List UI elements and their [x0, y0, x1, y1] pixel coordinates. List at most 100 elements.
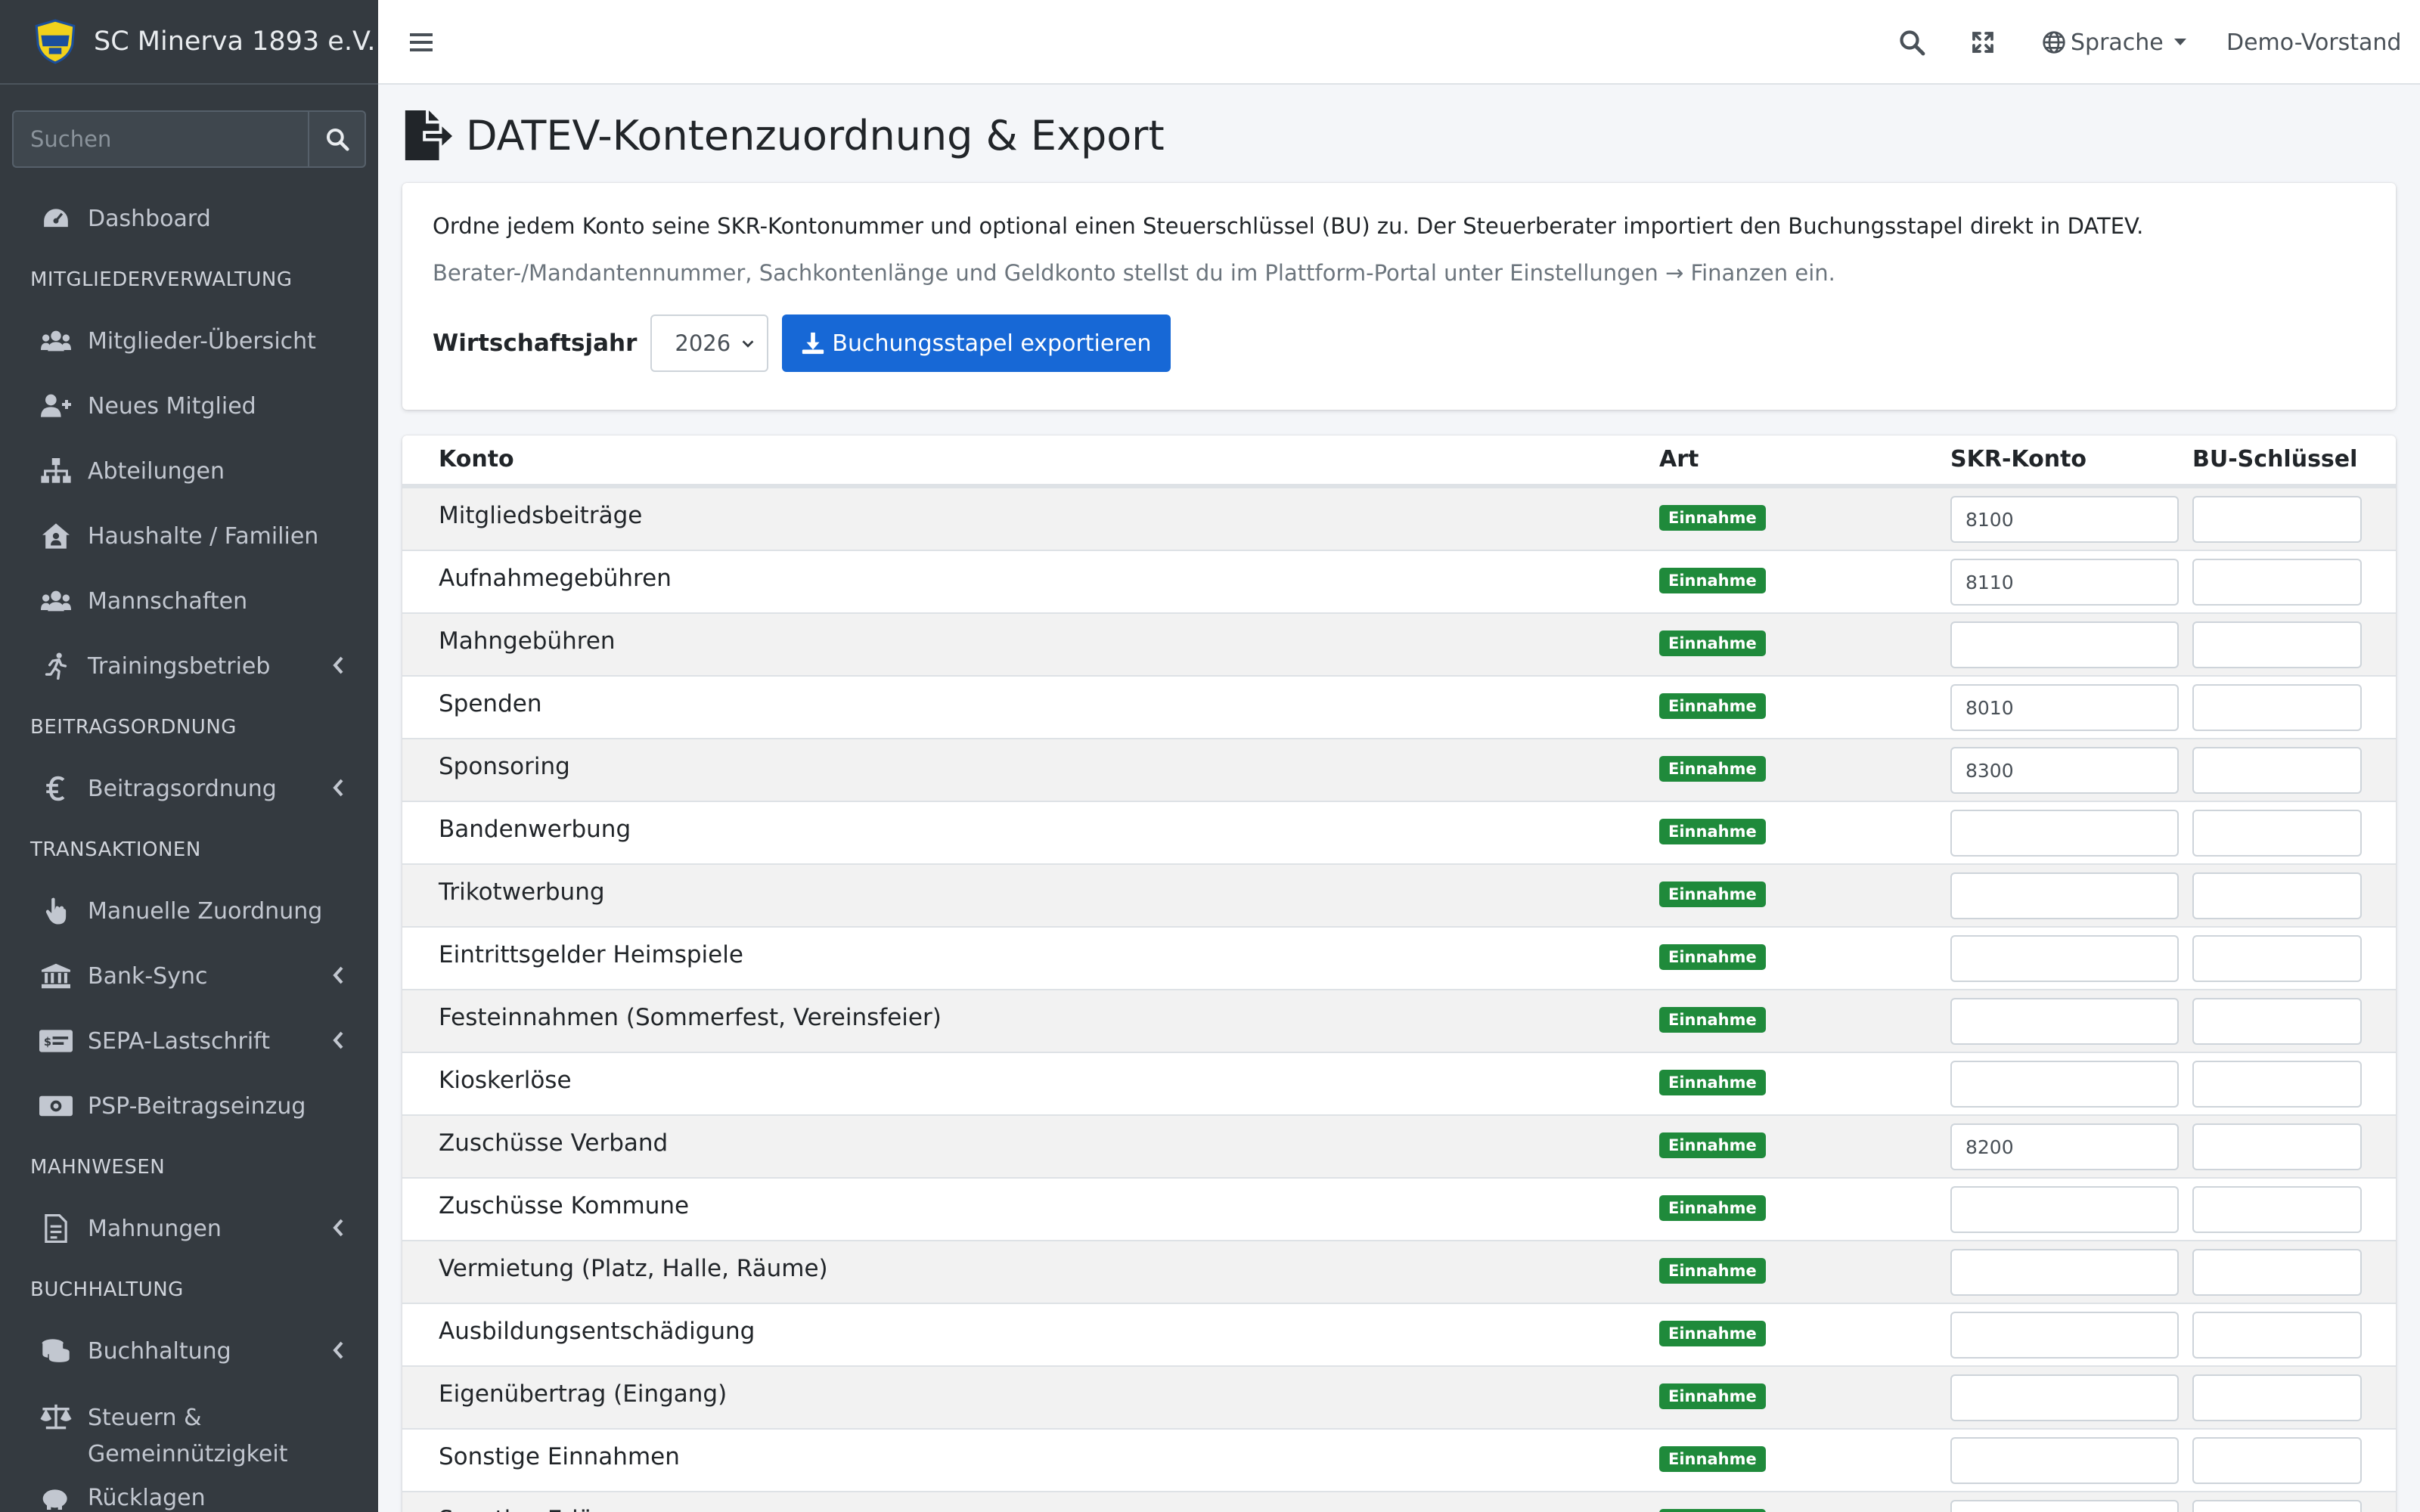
sidebar-search-input[interactable]: [12, 110, 308, 168]
sidebar-section-header: MITGLIEDERVERWALTUNG: [30, 268, 293, 291]
bu-key-input[interactable]: [2192, 1374, 2362, 1421]
sidebar-item-psp-beitragseinzug[interactable]: PSP-Beitragseinzug: [0, 1074, 378, 1139]
export-button[interactable]: Buchungsstapel exportieren: [782, 314, 1171, 372]
bu-key-input[interactable]: [2192, 1500, 2362, 1512]
account-name: Trikotwerbung: [439, 878, 605, 906]
sidebar-item-mannschaften[interactable]: Mannschaften: [0, 569, 378, 634]
topbar-search-button[interactable]: [1898, 0, 1925, 85]
bu-key-input[interactable]: [2192, 1249, 2362, 1296]
skr-account-input[interactable]: [1950, 621, 2179, 668]
coins-icon: [39, 1334, 73, 1368]
sidebar-item-label: Manuelle Zuordnung: [88, 897, 323, 925]
skr-account-input[interactable]: [1950, 1249, 2179, 1296]
table-row: Sonstige Einnahmen Einnahme: [402, 1428, 2396, 1491]
table-row: Kioskerlöse Einnahme: [402, 1052, 2396, 1114]
table-row: Aufnahmegebühren Einnahme: [402, 550, 2396, 612]
user-menu[interactable]: Demo-Vorstand: [2226, 0, 2401, 85]
sidebar-section-header: MAHNWESEN: [30, 1156, 166, 1179]
skr-account-input[interactable]: [1950, 747, 2179, 794]
skr-account-input[interactable]: [1950, 496, 2179, 543]
skr-account-input[interactable]: [1950, 872, 2179, 919]
sidebar-item-bank-sync[interactable]: Bank-Sync: [0, 943, 378, 1009]
type-badge: Einnahme: [1659, 1383, 1766, 1409]
table-row: Sonstige Erlöse Einnahme: [402, 1491, 2396, 1512]
hand-pointer-icon: [39, 894, 73, 928]
menu-toggle-button[interactable]: [410, 0, 436, 85]
skr-account-input[interactable]: [1950, 935, 2179, 982]
fiscal-year-select[interactable]: 2026: [650, 314, 769, 372]
skr-account-input[interactable]: [1950, 810, 2179, 857]
skr-account-input[interactable]: [1950, 1312, 2179, 1359]
table-header: Konto Art SKR-Konto BU-Schlüssel: [402, 435, 2396, 487]
skr-account-input[interactable]: [1950, 684, 2179, 731]
bu-key-input[interactable]: [2192, 684, 2362, 731]
sidebar-item-haushalte-familien[interactable]: Haushalte / Familien: [0, 503, 378, 569]
bu-key-input[interactable]: [2192, 1123, 2362, 1170]
skr-account-input[interactable]: [1950, 998, 2179, 1045]
bu-key-input[interactable]: [2192, 810, 2362, 857]
sidebar-item-sepa-lastschrift[interactable]: $ SEPA-Lastschrift: [0, 1009, 378, 1074]
sidebar-item-abteilungen[interactable]: Abteilungen: [0, 438, 378, 503]
sidebar-item-mitglieder-übersicht[interactable]: Mitglieder-Übersicht: [0, 308, 378, 373]
bu-key-input[interactable]: [2192, 1437, 2362, 1484]
sidebar-item-mahnungen[interactable]: Mahnungen: [0, 1196, 378, 1261]
sidebar-item-neues-mitglied[interactable]: Neues Mitglied: [0, 373, 378, 438]
sidebar-search: [12, 110, 366, 168]
sidebar-item-beitragsordnung[interactable]: Beitragsordnung: [0, 756, 378, 821]
account-name: Vermietung (Platz, Halle, Räume): [439, 1255, 828, 1282]
sidebar-item-label: SEPA-Lastschrift: [88, 1027, 270, 1055]
bu-key-input[interactable]: [2192, 1061, 2362, 1108]
bu-key-input[interactable]: [2192, 1312, 2362, 1359]
type-badge: Einnahme: [1659, 1258, 1766, 1284]
bu-key-input[interactable]: [2192, 496, 2362, 543]
sidebar-item-trainingsbetrieb[interactable]: Trainingsbetrieb: [0, 634, 378, 699]
skr-account-input[interactable]: [1950, 559, 2179, 606]
skr-account-input[interactable]: [1950, 1437, 2179, 1484]
table-row: Eintrittsgelder Heimspiele Einnahme: [402, 926, 2396, 989]
piggy-bank-icon: [39, 1481, 73, 1512]
sidebar-item-buchhaltung[interactable]: Buchhaltung: [0, 1318, 378, 1383]
table-row: Eigenübertrag (Eingang) Einnahme: [402, 1365, 2396, 1428]
bu-key-input[interactable]: [2192, 935, 2362, 982]
user-name: Demo-Vorstand: [2226, 29, 2402, 56]
table-body: MitgliedsbeiträgeEinnahmeAufnahmegebühre…: [402, 487, 2396, 1512]
column-header-art: Art: [1659, 446, 1699, 472]
bu-key-input[interactable]: [2192, 1186, 2362, 1233]
money-check-icon: $: [39, 1024, 73, 1058]
bu-key-input[interactable]: [2192, 998, 2362, 1045]
sidebar-item-label: Rücklagen: [88, 1484, 206, 1511]
sidebar-section-header: TRANSAKTIONEN: [30, 838, 201, 861]
table-row: Vermietung (Platz, Halle, Räume) Einnahme: [402, 1240, 2396, 1303]
sitemap-icon: [39, 454, 73, 488]
file-export-icon: [405, 110, 453, 161]
account-name: Ausbildungsentschädigung: [439, 1318, 755, 1345]
svg-text:$: $: [44, 1036, 51, 1049]
main-content: DATEV-Kontenzuordnung & Export Ordne jed…: [378, 85, 2420, 1512]
account-name: Aufnahmegebühren: [439, 565, 672, 592]
type-badge: Einnahme: [1659, 944, 1766, 970]
bu-key-input[interactable]: [2192, 747, 2362, 794]
sidebar-item-manuelle-zuordnung[interactable]: Manuelle Zuordnung: [0, 878, 378, 943]
brand-link[interactable]: SC Minerva 1893 e.V.: [0, 0, 378, 85]
language-dropdown[interactable]: Sprache: [2042, 0, 2186, 85]
info-card: Ordne jedem Konto seine SKR-Kontonummer …: [402, 183, 2396, 410]
type-badge: Einnahme: [1659, 631, 1766, 656]
skr-account-input[interactable]: [1950, 1061, 2179, 1108]
bu-key-input[interactable]: [2192, 559, 2362, 606]
skr-account-input[interactable]: [1950, 1123, 2179, 1170]
table-row: Sponsoring Einnahme: [402, 738, 2396, 801]
sidebar: SC Minerva 1893 e.V. Dashboard MITGLIEDER…: [0, 0, 378, 1512]
skr-account-input[interactable]: [1950, 1374, 2179, 1421]
bu-key-input[interactable]: [2192, 872, 2362, 919]
skr-account-input[interactable]: [1950, 1500, 2179, 1512]
skr-account-input[interactable]: [1950, 1186, 2179, 1233]
sidebar-search-button[interactable]: [308, 110, 366, 168]
fullscreen-button[interactable]: [1971, 0, 1995, 85]
sidebar-item-steuern-gemeinnützigkeit[interactable]: Steuern & Gemeinnützigkeit: [0, 1383, 378, 1467]
sidebar-item-rücklagen[interactable]: Rücklagen: [0, 1465, 378, 1512]
search-icon: [1900, 30, 1925, 56]
sidebar-item-dashboard[interactable]: Dashboard: [0, 186, 378, 251]
table-row: Ausbildungsentschädigung Einnahme: [402, 1303, 2396, 1365]
users-icon: [39, 584, 73, 618]
bu-key-input[interactable]: [2192, 621, 2362, 668]
